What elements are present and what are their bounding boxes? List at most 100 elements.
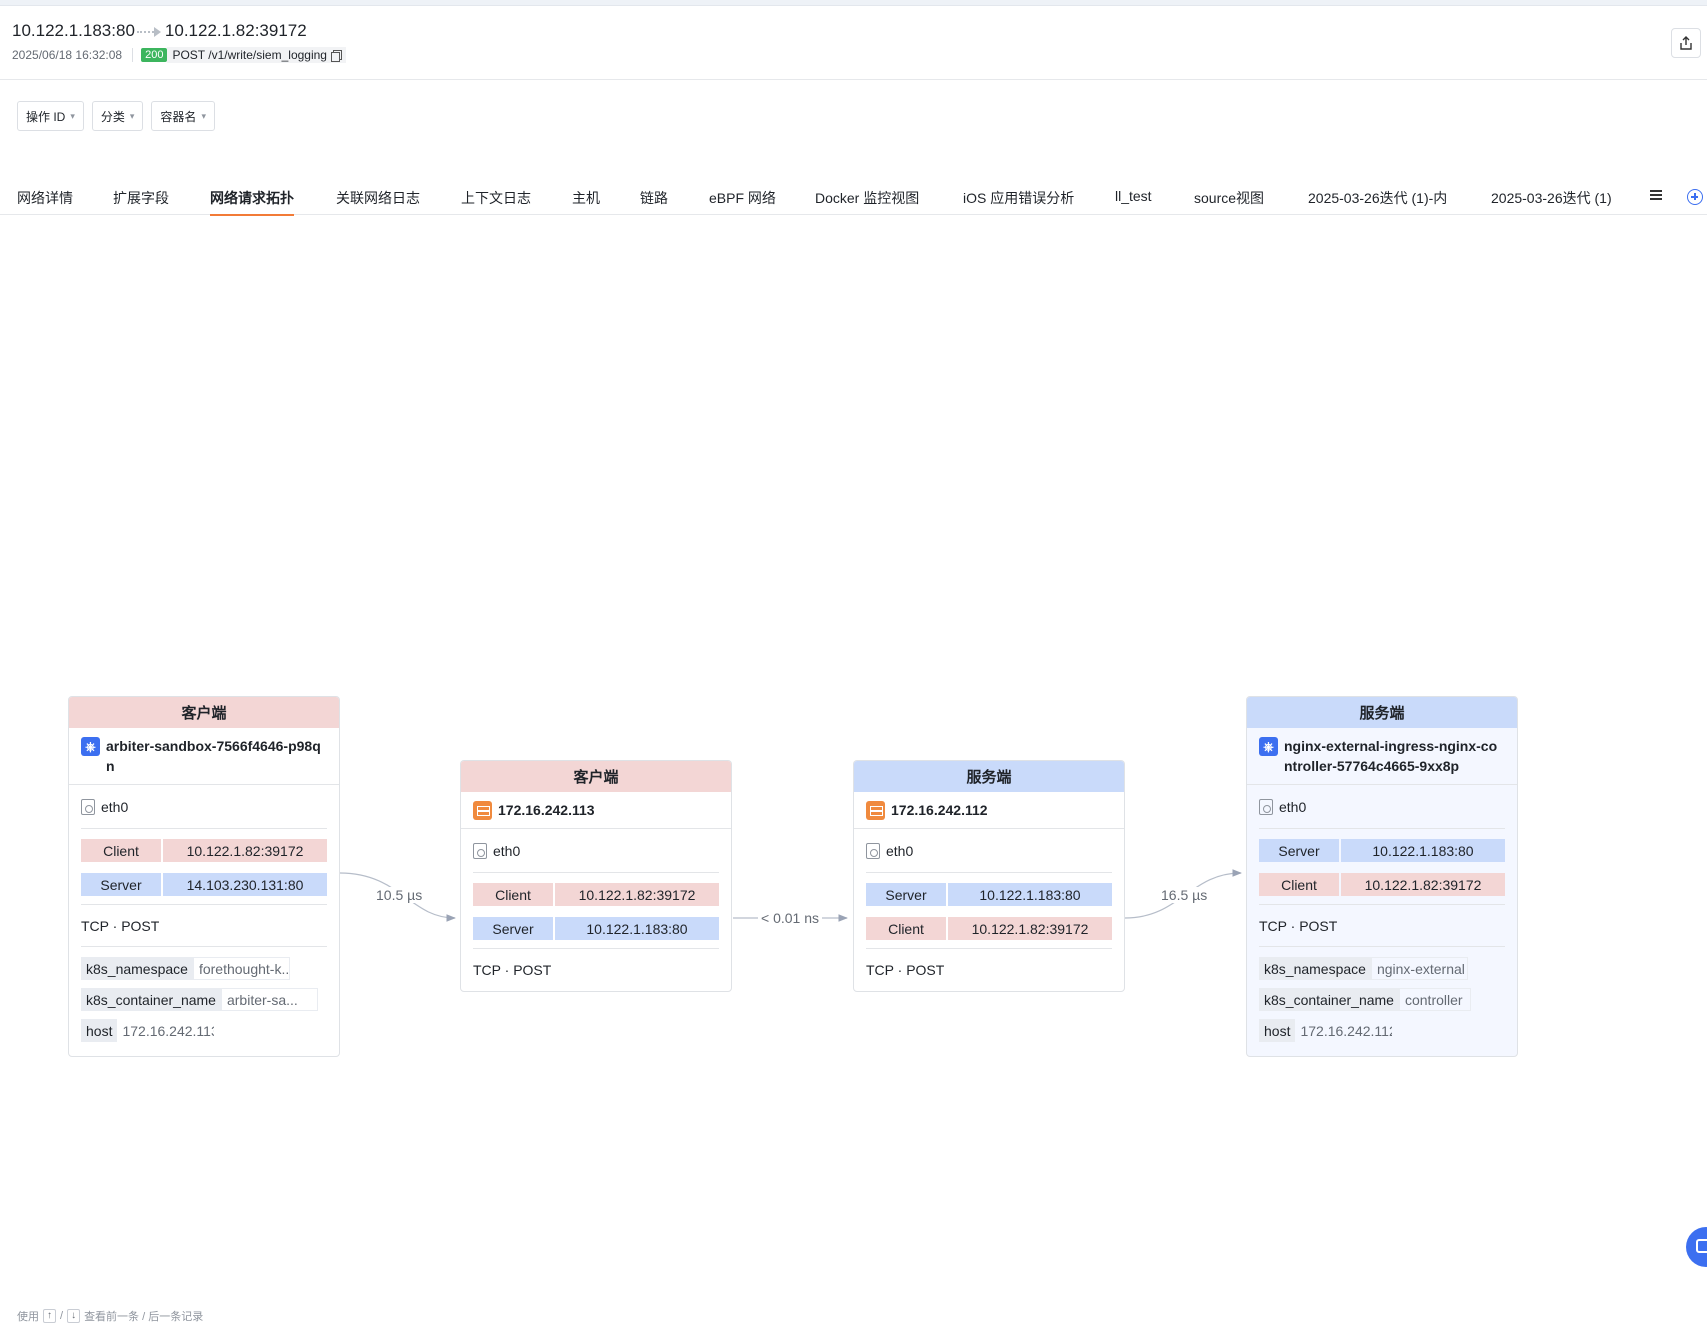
endpoint-row: Client 10.122.1.82:39172 — [866, 917, 1112, 940]
tab-network-detail[interactable]: 网络详情 — [17, 188, 73, 215]
tab-host[interactable]: 主机 — [572, 188, 600, 215]
topology-node-server-pod[interactable]: 服务端 ⎈ nginx-external-ingress-nginx-contr… — [1246, 696, 1518, 1057]
protocol: TCP · POST — [81, 905, 327, 947]
nic-row: eth0 — [1259, 785, 1505, 829]
tab-trace[interactable]: 链路 — [640, 188, 668, 215]
tag-key: k8s_container_name — [1259, 988, 1399, 1011]
tab-network-topology[interactable]: 网络请求拓扑 — [210, 188, 294, 216]
kubernetes-icon: ⎈ — [1259, 737, 1278, 756]
tag-row: k8s_container_name controller — [1259, 988, 1505, 1011]
status-badge: 200 — [141, 48, 168, 62]
destination-address: 10.122.1.82:39172 — [164, 21, 307, 40]
network-card-icon — [473, 842, 487, 859]
share-icon — [1680, 36, 1692, 50]
tag-key: host — [1259, 1019, 1296, 1042]
keyboard-hint: 使用 ↑ / ↓ 查看前一条 / 后一条记录 — [17, 1308, 203, 1324]
endpoint-role: Server — [866, 883, 946, 906]
topology-node-client-host[interactable]: 客户端 172.16.242.113 eth0 Client 10.122.1.… — [460, 760, 732, 992]
nic-name: eth0 — [886, 842, 914, 859]
endpoint-row: Server 10.122.1.183:80 — [866, 883, 1112, 906]
chevron-down-icon: ▾ — [129, 110, 135, 121]
tab-ios-error-analysis[interactable]: iOS 应用错误分析 — [963, 188, 1074, 215]
endpoint-list: Client 10.122.1.82:39172 Server 10.122.1… — [473, 873, 719, 949]
node-title: ⎈ arbiter-sandbox-7566f4646-p98qn — [69, 728, 339, 785]
endpoint-address: 10.122.1.183:80 — [948, 883, 1112, 906]
node-title: 172.16.242.113 — [461, 792, 731, 829]
tag-value: forethought-k... — [192, 957, 290, 980]
endpoint-address: 10.122.1.183:80 — [1341, 839, 1505, 862]
tag-value: 172.16.242.112 — [1300, 1022, 1393, 1039]
endpoint-address: 10.122.1.82:39172 — [1341, 873, 1505, 896]
edge-latency-2: < 0.01 ns — [758, 910, 822, 926]
protocol: TCP · POST — [866, 962, 945, 978]
tag-key: k8s_namespace — [1259, 957, 1371, 980]
tag-list: k8s_namespace nginx-external k8s_contain… — [1259, 947, 1505, 1056]
endpoint-role: Server — [1259, 839, 1339, 862]
menu-icon[interactable] — [1648, 188, 1664, 204]
endpoint-row: Client 10.122.1.82:39172 — [473, 883, 719, 906]
tag-key: k8s_namespace — [81, 957, 193, 980]
tab-iteration-internal[interactable]: 2025-03-26迭代 (1)-内 — [1308, 188, 1447, 215]
network-card-icon — [1259, 798, 1273, 815]
nic-row: eth0 — [866, 829, 1112, 873]
divider — [132, 48, 134, 62]
source-address: 10.122.1.183:80 — [12, 21, 135, 40]
nic-row: eth0 — [81, 785, 327, 829]
endpoint-address: 10.122.1.82:39172 — [163, 839, 327, 862]
tab-extended-fields[interactable]: 扩展字段 — [113, 188, 169, 215]
nic-name: eth0 — [493, 842, 521, 859]
tab-ll-test[interactable]: ll_test — [1115, 188, 1152, 215]
chevron-down-icon: ▾ — [70, 110, 75, 121]
tab-iteration[interactable]: 2025-03-26迭代 (1) — [1491, 188, 1616, 215]
endpoint-role: Client — [866, 917, 946, 940]
topology-node-client-pod[interactable]: 客户端 ⎈ arbiter-sandbox-7566f4646-p98qn et… — [68, 696, 340, 1057]
endpoint-list: Server 10.122.1.183:80 Client 10.122.1.8… — [866, 873, 1112, 949]
node-name: arbiter-sandbox-7566f4646-p98qn — [106, 738, 321, 774]
endpoint-role: Server — [473, 917, 553, 940]
filter-operation-id[interactable]: 操作 ID ▾ — [17, 101, 84, 131]
tab-related-network-logs[interactable]: 关联网络日志 — [336, 188, 420, 215]
node-role: 客户端 — [461, 761, 731, 792]
hint-prefix: 使用 — [17, 1311, 39, 1323]
tab-context-logs[interactable]: 上下文日志 — [461, 188, 531, 215]
node-title: 172.16.242.112 — [854, 792, 1124, 829]
nic-row: eth0 — [473, 829, 719, 873]
filter-container-name[interactable]: 容器名 ▾ — [151, 101, 215, 131]
assistant-float-button[interactable] — [1686, 1227, 1707, 1267]
hint-suffix: 查看前一条 / 后一条记录 — [84, 1311, 204, 1323]
tab-source-view[interactable]: source视图 — [1194, 188, 1264, 215]
host-icon — [473, 801, 492, 820]
tag-row: k8s_namespace forethought-k... — [81, 957, 327, 980]
edge-latency-1: 10.5 µs — [373, 887, 426, 903]
tab-ebpf-network[interactable]: eBPF 网络 — [709, 188, 776, 215]
tag-row: k8s_container_name arbiter-sa... — [81, 988, 327, 1011]
tag-value: 172.16.242.113 — [122, 1022, 215, 1039]
nic-name: eth0 — [101, 798, 129, 815]
endpoint-row: Server 10.122.1.183:80 — [473, 917, 719, 940]
connection-title: 10.122.1.183:80 10.122.1.82:39172 — [12, 21, 307, 41]
endpoint-address: 10.122.1.82:39172 — [555, 883, 719, 906]
tag-value: nginx-external — [1370, 957, 1468, 980]
tag-value: arbiter-sa... — [220, 988, 318, 1011]
add-circle-icon[interactable] — [1687, 189, 1703, 205]
copy-icon[interactable] — [330, 49, 342, 62]
endpoint-list: Client 10.122.1.82:39172 Server 14.103.2… — [81, 829, 327, 905]
host-icon — [866, 801, 885, 820]
node-role: 服务端 — [1247, 697, 1517, 728]
topology-node-server-host[interactable]: 服务端 172.16.242.112 eth0 Server 10.122.1.… — [853, 760, 1125, 992]
protocol: TCP · POST — [1259, 905, 1505, 947]
hint-slash: / — [60, 1310, 64, 1322]
network-card-icon — [866, 842, 880, 859]
share-button[interactable] — [1671, 28, 1701, 58]
node-role: 服务端 — [854, 761, 1124, 792]
key-down: ↓ — [67, 1309, 81, 1323]
endpoint-role: Server — [81, 873, 161, 896]
endpoint-row: Server 10.122.1.183:80 — [1259, 839, 1505, 862]
request-text: POST /v1/write/siem_logging — [172, 48, 327, 62]
edge-latency-3: 16.5 µs — [1158, 887, 1211, 903]
filter-category[interactable]: 分类 ▾ — [91, 101, 144, 131]
tab-docker-monitor[interactable]: Docker 监控视图 — [815, 188, 919, 215]
tag-list: k8s_namespace forethought-k... k8s_conta… — [81, 947, 327, 1056]
endpoint-list: Server 10.122.1.183:80 Client 10.122.1.8… — [1259, 829, 1505, 905]
endpoint-address: 10.122.1.183:80 — [555, 917, 719, 940]
